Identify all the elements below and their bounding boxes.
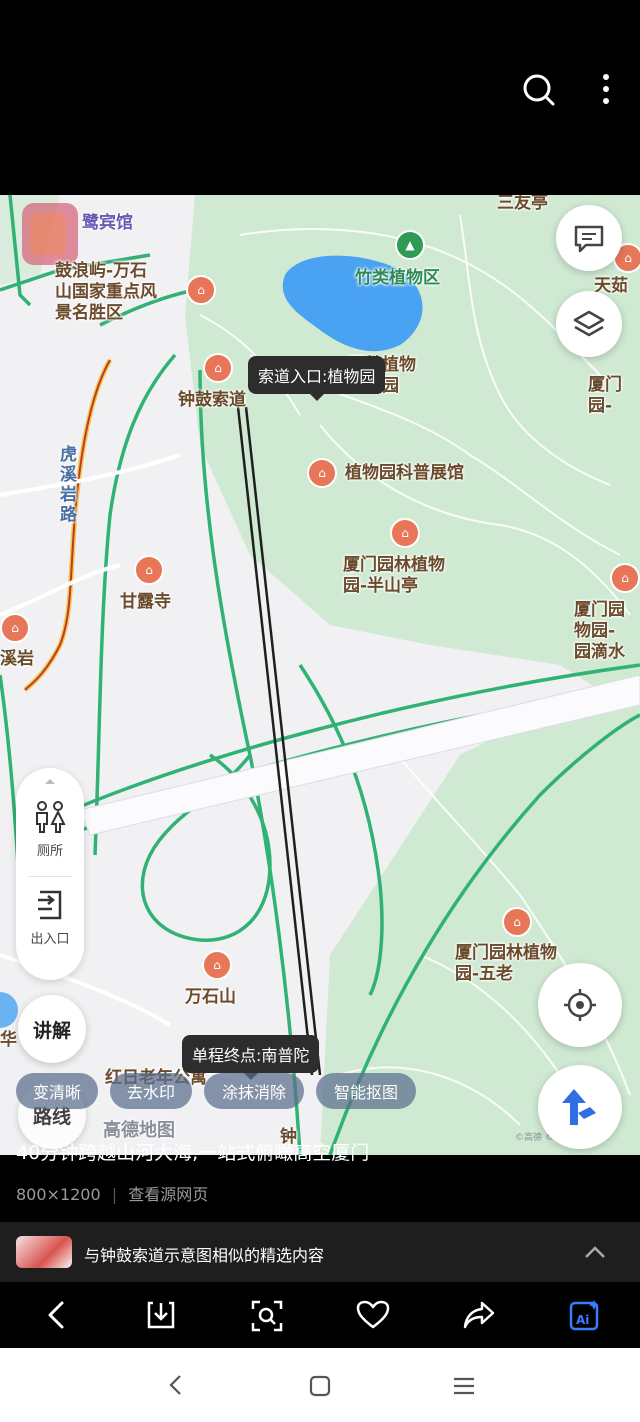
chevron-up-icon[interactable] [43,776,57,786]
exit-entrance-button[interactable]: 出入口 [16,884,84,954]
scenic-spot-icon[interactable]: ⌂ [203,353,233,383]
label-dishui: 厦门园 物园- 园滴水 [574,600,625,662]
navigate-button[interactable] [538,1065,622,1149]
svg-text:Ai: Ai [576,1313,589,1327]
explain-button[interactable]: 讲解 [18,995,86,1063]
label-hua: 华 [0,1030,17,1050]
navigation-arrow-icon [562,1089,596,1125]
divider [28,876,72,877]
more-vertical-icon[interactable] [596,72,616,108]
label-zhonggu-ropeway: 钟鼓索道 [178,390,246,410]
chip-erase[interactable]: 涂抹消除 [204,1073,304,1109]
label-banshan: 厦门园林植物 园-半山亭 [343,555,445,596]
pavilion-icon[interactable]: ⌂ [502,907,532,937]
nav-back-icon[interactable] [166,1373,186,1397]
layers-button[interactable] [556,291,622,357]
label-ganlu-temple: 甘露寺 [120,592,171,612]
heart-icon[interactable] [356,1300,390,1330]
temple-icon[interactable]: ⌂ [134,555,164,585]
chip-enhance[interactable]: 变清晰 [16,1073,98,1109]
lens-scan-icon[interactable] [250,1299,284,1333]
label-xiyan: 溪岩 [0,649,34,669]
mountain-icon[interactable]: ⌂ [202,950,232,980]
toilet-icon [36,801,66,833]
similar-text: 与钟鼓索道示意图相似的精选内容 [84,1246,325,1265]
tooltip-ropeway-end: 单程终点:南普陀 [182,1035,320,1080]
back-arrow-icon[interactable] [42,1300,70,1330]
map-image[interactable]: ▲ ⌂ ⌂ ⌂ ⌂ ⌂ ⌂ ⌂ ⌂ ⌂ ⌂ 鹭宾馆 鼓浪屿-万石 山国家重点风 … [0,195,640,1155]
chip-smart-cutout[interactable]: 智能抠图 [316,1073,416,1109]
scenic-spot-icon[interactable]: ⌂ [186,275,216,305]
share-icon[interactable] [462,1300,496,1330]
action-toolbar: Ai [0,1282,640,1348]
pavilion-icon[interactable]: ⌂ [610,563,640,593]
locate-button[interactable] [538,963,622,1047]
park-tree-icon[interactable]: ▲ [395,230,425,260]
nav-home-icon[interactable] [308,1374,332,1398]
scenic-spot-icon[interactable]: ⌂ [0,613,30,643]
label-wanshishan: 万石山 [185,987,236,1007]
exit-label: 出入口 [30,932,70,947]
label-heron-hotel: 鹭宾馆 [82,213,133,233]
chevron-up-icon[interactable] [584,1244,606,1260]
toilet-button[interactable]: 厕所 [16,796,84,866]
label-bamboo-area: 竹类植物区 [355,268,440,288]
image-meta: 800×1200 | 查看源网页 [16,1185,209,1204]
layers-icon [573,310,605,337]
chat-bubble-icon [574,225,604,253]
label-wulao: 厦门园林植物 园-五老 [455,943,557,984]
top-bar [0,0,640,195]
crosshair-icon [564,989,596,1021]
pavilion-icon[interactable]: ⌂ [390,518,420,548]
view-source-link[interactable]: 查看源网页 [128,1185,208,1204]
label-huxi-road: 虎 溪 岩 路 [60,445,77,525]
system-nav-bar [0,1348,640,1422]
left-tool-panel: 厕所 出入口 [16,768,84,980]
similar-content-bar[interactable]: 与钟鼓索道示意图相似的精选内容 [0,1222,640,1282]
image-caption: 40分钟跨越山河大海,一站式俯瞰高空厦门 [16,1142,370,1164]
entrance-exit-icon [38,890,62,920]
label-gulangyu: 鼓浪屿-万石 山国家重点风 景名胜区 [55,261,157,323]
toilet-label: 厕所 [36,844,63,859]
image-size: 800×1200 [16,1185,101,1204]
label-science-museum: 植物园科普展馆 [345,463,464,483]
label-xiamen-right: 厦门 园- [588,375,622,416]
search-icon[interactable] [520,72,556,108]
tooltip-ropeway-entrance: 索道入口:植物园 [248,356,386,401]
similar-thumbnail [16,1236,72,1268]
download-icon[interactable] [145,1299,177,1331]
nav-recents-icon[interactable] [452,1375,476,1397]
ai-image-icon[interactable]: Ai [568,1298,602,1332]
chip-remove-watermark[interactable]: 去水印 [110,1073,192,1109]
feedback-button[interactable] [556,205,622,271]
label-sanyou: 三友亭 [497,195,548,213]
museum-icon[interactable]: ⌂ [307,458,337,488]
